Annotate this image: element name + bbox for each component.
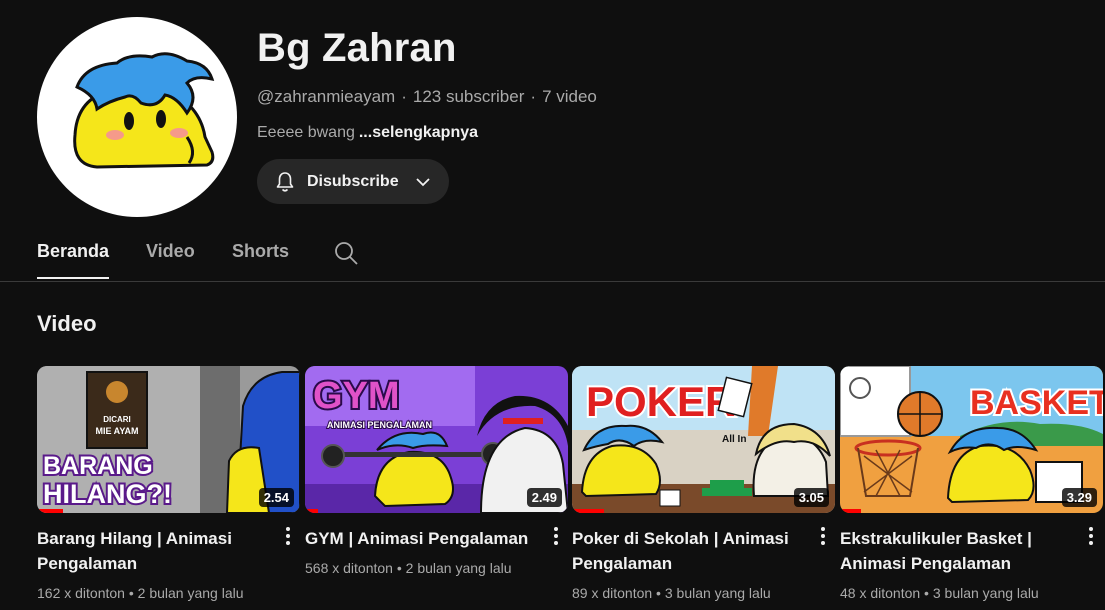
- channel-name: Bg Zahran: [257, 26, 457, 70]
- thumb-text-gym: GYM: [313, 375, 400, 417]
- video-duration: 3.05: [793, 488, 829, 507]
- video-duration: 2.54: [258, 488, 294, 507]
- avatar-image: [73, 52, 215, 169]
- video-meta: 568 x ditonton • 2 bulan yang lalu: [305, 560, 512, 576]
- watch-progress: [572, 509, 604, 513]
- search-icon[interactable]: [333, 240, 359, 266]
- video-title[interactable]: Ekstrakulikuler Basket | Animasi Pengala…: [840, 526, 1065, 576]
- view-count: 568 x ditonton: [305, 560, 393, 576]
- section-title: Video: [37, 311, 97, 336]
- more-link[interactable]: ...selengkapnya: [359, 124, 478, 141]
- video-title[interactable]: Barang Hilang | Animasi Pengalaman: [37, 526, 262, 576]
- sign-text-2: MIE AYAM: [95, 426, 138, 436]
- channel-meta: @zahranmieayam · 123 subscriber · 7 video: [257, 87, 597, 107]
- tab-video[interactable]: Video: [146, 241, 195, 279]
- video-duration: 3.29: [1061, 488, 1097, 507]
- video-card[interactable]: POKER All In 3.05 Poker di Sekolah | Ani…: [572, 366, 835, 601]
- video-card[interactable]: GYM ANIMASI PENGALAMAN 2.49 GYM | Animas…: [305, 366, 568, 576]
- thumb-subtext: All In: [722, 434, 746, 445]
- more-vert-icon[interactable]: [278, 524, 298, 548]
- view-count: 162 x ditonton: [37, 585, 125, 601]
- separator-dot: ·: [401, 87, 407, 106]
- video-card[interactable]: BASKET 3.29 Ekstrakulikuler Basket | Ani…: [840, 366, 1103, 601]
- channel-handle: @zahranmieayam: [257, 87, 396, 106]
- bell-icon: [276, 171, 294, 192]
- video-thumbnail[interactable]: GYM ANIMASI PENGALAMAN 2.49: [305, 366, 568, 513]
- subscribe-label: Disubscribe: [307, 172, 399, 190]
- video-thumbnail[interactable]: DICARI MIE AYAM BARANG HILANG?! 2.54: [37, 366, 300, 513]
- video-title[interactable]: Poker di Sekolah | Animasi Pengalaman: [572, 526, 797, 576]
- upload-age: 3 bulan yang lalu: [932, 585, 1039, 601]
- video-title[interactable]: GYM | Animasi Pengalaman: [305, 526, 530, 551]
- thumb-text-line1: BARANG: [43, 452, 153, 480]
- thumb-subtext: ANIMASI PENGALAMAN: [327, 420, 432, 430]
- tab-beranda[interactable]: Beranda: [37, 241, 110, 279]
- video-thumbnail[interactable]: BASKET 3.29: [840, 366, 1103, 513]
- more-vert-icon[interactable]: [813, 524, 833, 548]
- sign-text-1: DICARI: [103, 415, 131, 424]
- watch-progress: [840, 509, 862, 513]
- channel-tabs: Beranda Video Shorts: [0, 230, 1105, 282]
- upload-age: 3 bulan yang lalu: [664, 585, 771, 601]
- watch-progress: [305, 509, 319, 513]
- view-count: 48 x ditonton: [840, 585, 921, 601]
- upload-age: 2 bulan yang lalu: [137, 585, 244, 601]
- video-meta: 162 x ditonton • 2 bulan yang lalu: [37, 585, 244, 601]
- watch-progress: [37, 509, 64, 513]
- thumb-text-line2: HILANG?!: [43, 479, 172, 509]
- channel-description[interactable]: Eeeee bwang ...selengkapnya: [257, 124, 478, 142]
- more-vert-icon[interactable]: [546, 524, 566, 548]
- thumb-text-poker: POKER: [586, 378, 735, 425]
- video-duration: 2.49: [526, 488, 562, 507]
- tab-shorts[interactable]: Shorts: [232, 241, 289, 279]
- upload-age: 2 bulan yang lalu: [405, 560, 512, 576]
- description-text: Eeeee bwang: [257, 124, 355, 141]
- video-card[interactable]: DICARI MIE AYAM BARANG HILANG?! 2.54 Bar…: [37, 366, 300, 601]
- video-meta: 48 x ditonton • 3 bulan yang lalu: [840, 585, 1039, 601]
- video-thumbnail[interactable]: POKER All In 3.05: [572, 366, 835, 513]
- subscriber-count: 123 subscriber: [412, 87, 525, 106]
- video-count: 7 video: [542, 87, 597, 106]
- video-meta: 89 x ditonton • 3 bulan yang lalu: [572, 585, 771, 601]
- more-vert-icon[interactable]: [1081, 524, 1101, 548]
- separator-dot: ·: [530, 87, 537, 106]
- chevron-down-icon: [415, 177, 430, 186]
- view-count: 89 x ditonton: [572, 585, 653, 601]
- channel-avatar[interactable]: [37, 17, 237, 217]
- subscribe-button[interactable]: Disubscribe: [257, 159, 449, 204]
- thumb-text-basket: BASKET: [970, 384, 1103, 422]
